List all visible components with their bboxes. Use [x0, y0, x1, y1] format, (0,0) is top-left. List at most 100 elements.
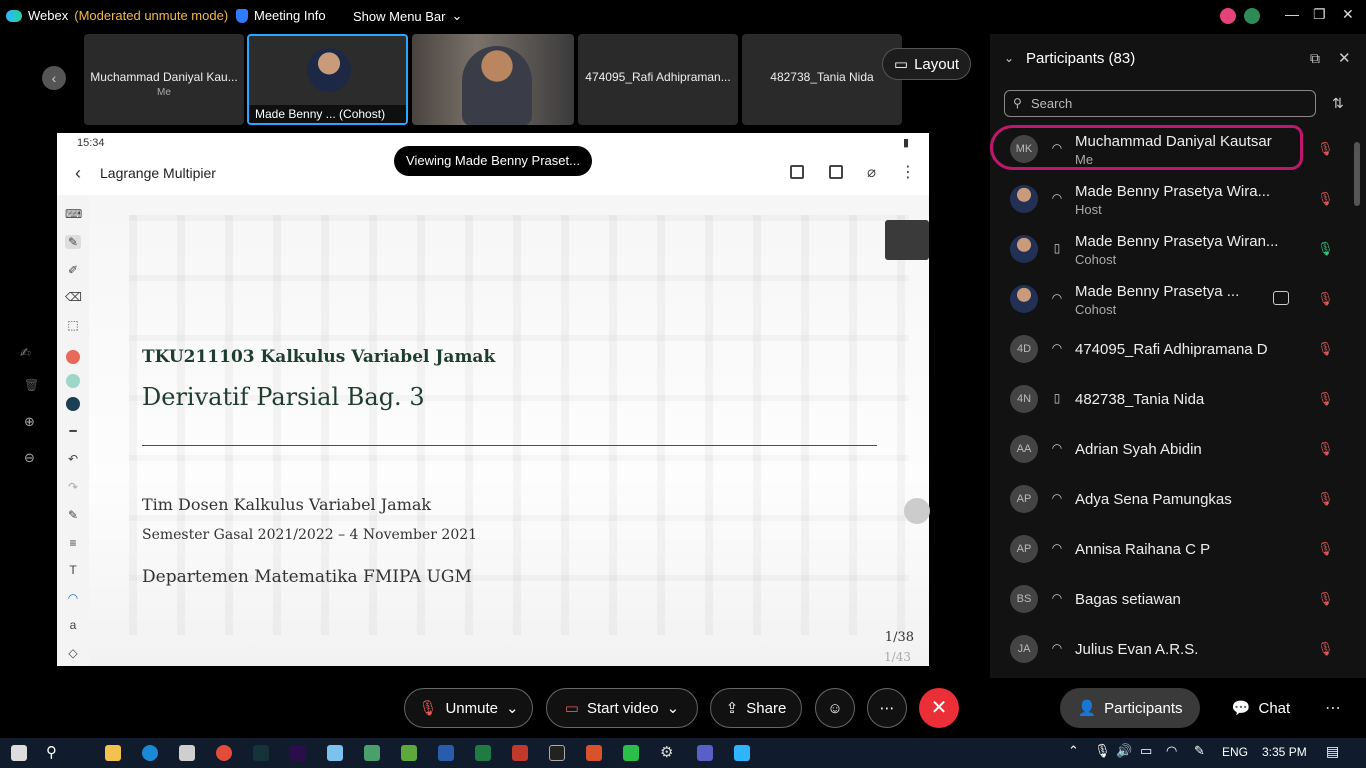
search-icon[interactable]: ⚲ [46, 743, 57, 761]
book-view-icon[interactable] [790, 165, 804, 179]
video-tile[interactable]: 474095_Rafi Adhipraman... [578, 34, 738, 125]
tray-chevron-icon[interactable]: ⌃ [1068, 743, 1079, 759]
participant-row[interactable]: ◠ Made Benny Prasetya ... Cohost 🎙 [990, 275, 1350, 325]
word-icon[interactable] [438, 745, 454, 761]
mic-muted-icon[interactable]: 🎙 [1317, 191, 1334, 207]
grid-app-icon[interactable] [586, 745, 602, 761]
zoom-out-icon[interactable]: ⊖ [24, 450, 35, 466]
collapse-chevron-icon[interactable]: ⌄ [1004, 51, 1014, 65]
video-tile-active[interactable]: Made Benny ... (Cohost) [247, 34, 408, 125]
page-list-icon[interactable] [829, 165, 843, 179]
minimize-icon[interactable]: — [1285, 6, 1299, 22]
eraser-icon[interactable]: ⌫ [65, 290, 82, 304]
mic-muted-icon[interactable]: 🎙 [1317, 141, 1334, 157]
layout-button[interactable]: ▭ Layout [882, 48, 971, 80]
chat-tab[interactable]: 💬 Chat [1216, 688, 1306, 728]
participants-tab[interactable]: 👤 Participants [1060, 688, 1200, 728]
teal-color-swatch[interactable] [66, 374, 80, 388]
battery-icon[interactable]: ▭ [1140, 743, 1152, 759]
viewing-indicator[interactable]: Viewing Made Benny Praset... [394, 146, 592, 176]
participant-row[interactable]: 4D ◠ 474095_Rafi Adhipramana D 🎙 [990, 325, 1350, 375]
teams-icon[interactable] [697, 745, 713, 761]
store-icon[interactable] [179, 745, 195, 761]
premiere-icon[interactable] [290, 745, 306, 761]
video-tile[interactable]: Muchammad Daniyal Kau... Me [84, 34, 244, 125]
zoom-in-icon[interactable]: ⊕ [24, 414, 35, 430]
edit-floating-icon[interactable] [904, 498, 930, 524]
more-options-button[interactable]: ⋯ [867, 688, 907, 728]
mic-muted-icon[interactable]: 🎙 [1317, 541, 1334, 557]
shared-screen[interactable]: 15:34 ▮ ‹ Lagrange Multipier ⌀ ⋮ ⌨ ✎ ✐ ⌫… [57, 133, 929, 666]
leave-meeting-button[interactable]: ✕ [919, 688, 959, 728]
scrollbar[interactable] [1354, 142, 1360, 206]
shapes-icon[interactable]: ◇ [65, 646, 81, 660]
chrome-icon[interactable] [216, 745, 232, 761]
text-tool-icon[interactable]: T [65, 563, 81, 577]
popout-icon[interactable]: ⧉ [1310, 50, 1320, 67]
pen-tray-icon[interactable]: ✎ [1194, 743, 1205, 759]
wifi-icon[interactable]: ◠ [1166, 743, 1177, 759]
app-icon[interactable] [512, 745, 528, 761]
webex-floating-icon[interactable] [885, 220, 929, 260]
settings-gear-icon[interactable]: ⚙ [660, 743, 673, 761]
participant-row[interactable]: 4N ▯ 482738_Tania Nida 🎙 [990, 375, 1350, 425]
sort-icon[interactable]: ⇅ [1332, 95, 1344, 112]
shape-tool-icon[interactable]: ◠ [65, 591, 81, 605]
start-video-button[interactable]: ▭ Start video ⌄ [546, 688, 698, 728]
health-checker-icon[interactable] [1244, 8, 1260, 24]
close-panel-icon[interactable]: ✕ [1338, 49, 1351, 67]
navy-color-swatch[interactable] [66, 397, 80, 411]
trash-icon[interactable]: 🗑 [24, 378, 39, 392]
undo-icon[interactable]: ↶ [65, 452, 81, 466]
text-format-icon[interactable]: ≡ [65, 536, 81, 550]
notifications-icon[interactable]: ▤ [1326, 743, 1339, 760]
mic-muted-icon[interactable]: 🎙 [1317, 341, 1334, 357]
reactions-button[interactable]: ☺ [815, 688, 855, 728]
windows-start-icon[interactable] [11, 745, 27, 761]
excel-icon[interactable] [475, 745, 491, 761]
mic-muted-icon[interactable]: 🎙 [1317, 591, 1334, 607]
share-button[interactable]: ⇪ Share [710, 688, 802, 728]
highlighter-icon[interactable]: ✐ [65, 263, 81, 277]
redo-icon[interactable]: ↷ [65, 480, 81, 494]
handwriting-icon[interactable]: ✍ [20, 345, 31, 361]
close-window-icon[interactable]: ✕ [1342, 6, 1354, 23]
text-recognition-icon[interactable]: a [65, 618, 81, 632]
participant-row[interactable]: JA ◠ Julius Evan A.R.S. 🎙 [990, 625, 1350, 675]
show-menu-bar-button[interactable]: Show Menu Bar ⌄ [353, 8, 462, 24]
back-icon[interactable]: ‹ [75, 163, 81, 184]
keyboard-icon[interactable]: ⌨ [65, 207, 82, 221]
mic-on-icon[interactable]: 🎙 [1317, 241, 1334, 257]
media-player-icon[interactable] [364, 745, 380, 761]
mic-muted-icon[interactable]: 🎙 [1317, 641, 1334, 657]
terminal-icon[interactable] [549, 745, 565, 761]
video-tile-live[interactable] [412, 34, 574, 125]
stroke-width-icon[interactable]: ━ [65, 424, 81, 438]
line-icon[interactable] [623, 745, 639, 761]
notification-icon[interactable] [1220, 8, 1236, 24]
maximize-icon[interactable]: ❐ [1313, 6, 1326, 23]
lasso-icon[interactable]: ⬚ [65, 318, 81, 332]
participant-row[interactable]: ◠ Made Benny Prasetya Wira... Host 🎙 [990, 175, 1350, 225]
chevron-down-icon[interactable]: ⌄ [506, 699, 519, 717]
video-tile[interactable]: 482738_Tania Nida [742, 34, 902, 125]
meeting-info-button[interactable]: Meeting Info [236, 8, 326, 23]
mic-muted-icon[interactable]: 🎙 [1317, 441, 1334, 457]
red-color-swatch[interactable] [66, 350, 80, 364]
audition-icon[interactable] [253, 745, 269, 761]
mic-muted-icon[interactable]: 🎙 [1317, 491, 1334, 507]
pen-settings-icon[interactable]: ✎ [65, 508, 81, 522]
more-vertical-icon[interactable]: ⋮ [900, 162, 916, 182]
unmute-button[interactable]: 🎙 Unmute ⌄ [404, 688, 533, 728]
participant-row[interactable]: AP ◠ Adya Sena Pamungkas 🎙 [990, 475, 1350, 525]
pen-icon[interactable]: ✎ [65, 235, 81, 249]
participant-row[interactable]: AA ◠ Adrian Syah Abidin 🎙 [990, 425, 1350, 475]
filmstrip-prev-icon[interactable]: ‹ [42, 66, 66, 90]
webex-taskbar-icon[interactable] [734, 745, 750, 761]
paperclip-icon[interactable]: ⌀ [867, 163, 876, 181]
panel-options-icon[interactable]: ⋯ [1325, 698, 1341, 718]
volume-icon[interactable]: 🔊 [1116, 743, 1132, 759]
mic-muted-icon[interactable]: 🎙 [1317, 391, 1334, 407]
participant-row[interactable]: AP ◠ Annisa Raihana C P 🎙 [990, 525, 1350, 575]
clock[interactable]: 3:35 PM [1262, 745, 1307, 759]
